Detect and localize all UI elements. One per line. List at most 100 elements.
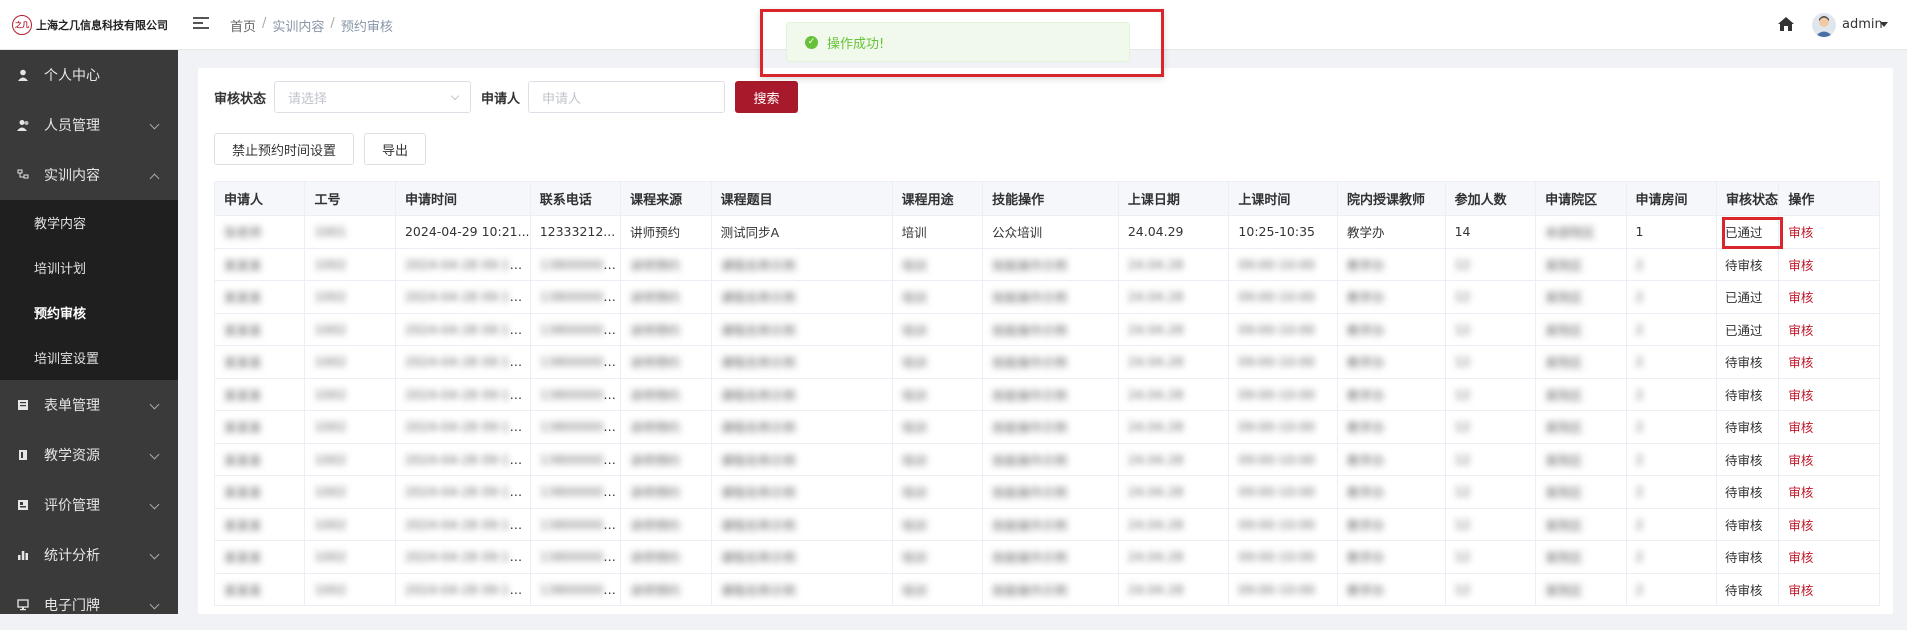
blurred-cell: 12 xyxy=(1454,256,1471,272)
blurred-cell: 课程名称示例 xyxy=(720,387,796,403)
cell-status: 待审核 xyxy=(1716,410,1780,444)
blurred-cell: 13800000000 xyxy=(539,549,621,565)
breadcrumb: 首页 / 实训内容 / 预约审核 xyxy=(230,16,393,35)
blurred-cell: 2024-04-28 09:12:33 xyxy=(404,354,531,370)
review-link[interactable]: 审核 xyxy=(1788,323,1813,338)
user-menu-caret-icon[interactable] xyxy=(1880,22,1888,27)
sidebar-item-booking-review[interactable]: 预约审核 xyxy=(0,290,178,335)
table-row: 某某某 1002 2024-04-28 09:12:33 13800000000 讲师预… xyxy=(213,475,1880,509)
review-link[interactable]: 审核 xyxy=(1788,485,1813,500)
cell-time: 2024-04-29 10:21... xyxy=(394,215,531,249)
blurred-cell: 课程名称示例 xyxy=(720,257,796,273)
blurred-cell: 09:00-10:00 xyxy=(1238,451,1315,467)
sidebar-item-label: 评价管理 xyxy=(44,498,100,514)
search-button[interactable]: 搜索 xyxy=(735,81,799,113)
blurred-cell: 技能操作示例 xyxy=(992,355,1068,371)
export-button[interactable]: 导出 xyxy=(364,133,427,165)
col-header: 工号 xyxy=(304,181,396,216)
blurred-cell: 09:00-10:00 xyxy=(1238,289,1315,305)
blurred-cell: 某某某 xyxy=(224,420,262,436)
cell-purpose: 培训 xyxy=(891,215,984,249)
blurred-cell: 2024-04-28 09:12:33 xyxy=(404,386,531,402)
blurred-cell: 24.04.28 xyxy=(1127,289,1184,305)
blurred-cell: 技能操作示例 xyxy=(992,257,1068,273)
blurred-cell: 24.04.28 xyxy=(1127,549,1184,565)
blurred-cell: 1002 xyxy=(314,256,347,272)
sidebar-item-label: 电子门牌 xyxy=(44,598,100,614)
blurred-cell: 某某某 xyxy=(224,322,262,338)
col-header: 院内授课教师 xyxy=(1337,181,1446,216)
blurred-cell: 12 xyxy=(1454,321,1471,337)
blurred-cell: 讲师预约 xyxy=(630,387,681,403)
blurred-cell: 24.04.28 xyxy=(1127,321,1184,337)
blurred-cell: 课程名称示例 xyxy=(720,582,796,598)
review-link[interactable]: 审核 xyxy=(1788,225,1813,240)
table-header-row: 申请人 工号 申请时间 联系电话 课程来源 课程题目 课程用途 技能操作 上课日… xyxy=(213,181,1880,216)
blurred-cell: 24.04.28 xyxy=(1127,386,1184,402)
blurred-cell: 2 xyxy=(1635,581,1644,597)
blurred-cell: 09:00-10:00 xyxy=(1238,321,1315,337)
applicant-input-placeholder: 申请人 xyxy=(542,91,582,107)
blurred-cell: 培训 xyxy=(901,485,927,501)
breadcrumb-home[interactable]: 首页 xyxy=(230,16,256,35)
blurred-cell: 1002 xyxy=(314,321,347,337)
blurred-cell: 讲师预约 xyxy=(630,550,681,566)
sidebar-item-profile[interactable]: 个人中心 xyxy=(0,50,178,100)
sidebar-item-label: 表单管理 xyxy=(44,398,100,414)
review-link[interactable]: 审核 xyxy=(1788,258,1813,273)
blurred-cell: 教学办 xyxy=(1347,355,1385,371)
sidebar-item-resources[interactable]: 教学资源 xyxy=(0,430,178,480)
col-header: 课程用途 xyxy=(891,181,984,216)
blurred-cell: 09:00-10:00 xyxy=(1238,354,1315,370)
review-link[interactable]: 审核 xyxy=(1788,518,1813,533)
blurred-cell: 某院区 xyxy=(1545,452,1583,468)
username[interactable]: admin xyxy=(1842,17,1883,32)
blurred-cell: 1002 xyxy=(314,549,347,565)
review-link[interactable]: 审核 xyxy=(1788,453,1813,468)
blurred-cell: 教学办 xyxy=(1347,582,1385,598)
sidebar-item-personnel[interactable]: 人员管理 xyxy=(0,100,178,150)
sidebar-item-training-plan[interactable]: 培训计划 xyxy=(0,245,178,290)
status-select[interactable]: 请选择 xyxy=(274,81,472,113)
review-link[interactable]: 审核 xyxy=(1788,420,1813,435)
review-link[interactable]: 审核 xyxy=(1788,583,1813,598)
sidebar-item-e-signage[interactable]: 电子门牌 xyxy=(0,580,178,630)
blurred-cell: 讲师预约 xyxy=(630,355,681,371)
applicant-input[interactable]: 申请人 xyxy=(528,81,726,113)
sidebar-item-forms[interactable]: 表单管理 xyxy=(0,380,178,430)
review-link[interactable]: 审核 xyxy=(1788,388,1813,403)
blurred-cell: 讲师预约 xyxy=(630,452,681,468)
menu-toggle-icon[interactable] xyxy=(193,17,209,31)
breadcrumb-section[interactable]: 实训内容 xyxy=(272,16,324,35)
blurred-cell: 某某某 xyxy=(224,387,262,403)
logo[interactable]: 之几 上海之几信息科技有限公司 xyxy=(0,0,178,50)
blurred-cell: 培训 xyxy=(901,290,927,306)
blurred-cell: 课程名称示例 xyxy=(720,355,796,371)
review-link[interactable]: 审核 xyxy=(1788,290,1813,305)
blurred-cell: 09:00-10:00 xyxy=(1238,549,1315,565)
blurred-cell: 技能操作示例 xyxy=(992,290,1068,306)
blurred-cell: 某院区 xyxy=(1545,485,1583,501)
cell-phone: 12333212... xyxy=(529,215,622,249)
review-link[interactable]: 审核 xyxy=(1788,550,1813,565)
blurred-cell: 技能操作示例 xyxy=(992,322,1068,338)
sidebar-item-evaluation[interactable]: 评价管理 xyxy=(0,480,178,530)
blurred-cell: 某院区 xyxy=(1545,582,1583,598)
cell-status: 待审核 xyxy=(1716,475,1780,509)
blurred-cell: 13800000000 xyxy=(539,289,621,305)
sidebar-item-teaching-content[interactable]: 教学内容 xyxy=(0,200,178,245)
table-row: 某某某 1002 2024-04-28 09:12:33 13800000000 讲师预… xyxy=(213,280,1880,314)
sidebar-item-room-settings[interactable]: 培训室设置 xyxy=(0,335,178,380)
blurred-cell: 2 xyxy=(1635,451,1644,467)
home-icon[interactable] xyxy=(1777,15,1795,33)
sidebar-item-label: 个人中心 xyxy=(44,68,100,84)
cell-teacher: 教学办 xyxy=(1337,215,1446,249)
sidebar-item-training-content[interactable]: 实训内容 xyxy=(0,150,178,200)
review-link[interactable]: 审核 xyxy=(1788,355,1813,370)
blurred-cell: 13800000000 xyxy=(539,451,621,467)
disable-booking-time-button[interactable]: 禁止预约时间设置 xyxy=(214,133,355,165)
sidebar-item-statistics[interactable]: 统计分析 xyxy=(0,530,178,580)
avatar[interactable] xyxy=(1812,13,1836,37)
blurred-cell: 2024-04-28 09:12:33 xyxy=(404,451,531,467)
cell-status: 已通过 xyxy=(1716,215,1780,249)
